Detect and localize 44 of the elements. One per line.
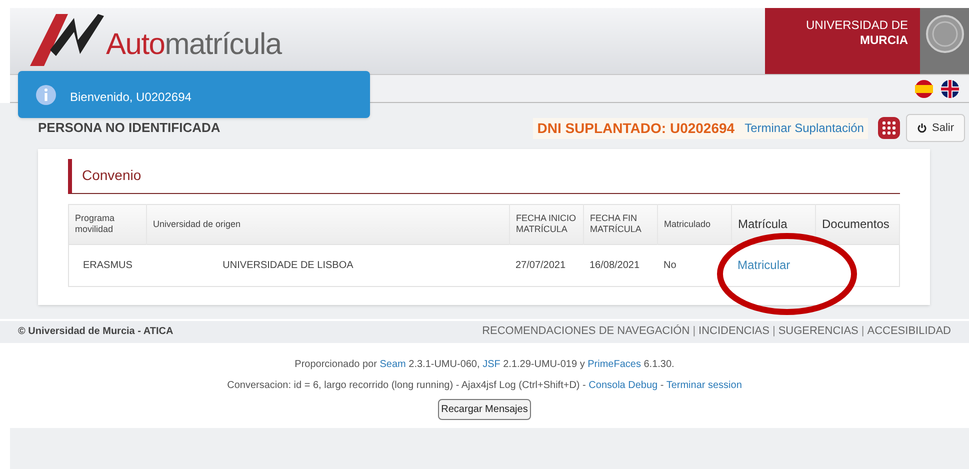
- separator: |: [772, 324, 776, 340]
- powered-by-text: Proporcionado por Seam 2.3.1-UMU-060, JSF 2.1.29-UMU-019 y PrimeFaces 6.1.30.: [294, 358, 674, 372]
- seal-icon: [924, 14, 964, 54]
- footer-link[interactable]: SUGERENCIAS: [778, 323, 858, 340]
- footer-link[interactable]: PrimeFaces: [588, 358, 641, 370]
- info-icon: [36, 84, 56, 104]
- uk-flag-icon[interactable]: [941, 80, 959, 98]
- column-header: FECHA FIN MATRÍCULA: [584, 204, 658, 244]
- separator: |: [861, 324, 864, 340]
- footer-link[interactable]: Seam: [380, 358, 406, 370]
- university-name: UNIVERSIDAD DE: [806, 18, 908, 33]
- reload-messages-button[interactable]: Recargar Mensajes: [438, 398, 531, 420]
- logo-text: Automatrícula: [106, 30, 282, 60]
- copyright-text: © Universidad de Murcia - ATICA: [18, 325, 174, 339]
- column-header: Universidad de origen: [146, 204, 510, 244]
- column-header: Documentos: [816, 204, 900, 244]
- university-name: MURCIA: [860, 33, 908, 48]
- table-cell: UNIVERSIDADE DE LISBOA: [146, 244, 510, 286]
- column-header: FECHA INICIO MATRÍCULA: [510, 204, 584, 244]
- column-header: Programa movilidad: [68, 204, 146, 244]
- footer-link[interactable]: Consola Debug: [588, 380, 658, 390]
- power-icon: [916, 123, 927, 133]
- table-cell: ERASMUS: [68, 244, 146, 286]
- end-impersonation-link[interactable]: Terminar Suplantación: [744, 119, 864, 137]
- footer-link[interactable]: RECOMENDACIONES DE NAVEGACIÓN: [482, 323, 690, 340]
- impersonation-label: DNI SUPLANTADO: U0202694: [537, 118, 735, 138]
- user-name: PERSONA NO IDENTIFICADA: [38, 119, 222, 138]
- column-header: Matrícula: [732, 204, 816, 244]
- enroll-link[interactable]: Matricular: [738, 258, 790, 272]
- table-cell: 27/07/2021: [510, 244, 584, 286]
- apps-grid-icon[interactable]: [878, 117, 900, 139]
- table-cell: 16/08/2021: [584, 244, 658, 286]
- table-cell: No: [658, 244, 732, 286]
- column-header: Matriculado: [658, 204, 732, 244]
- card-title: Convenio: [82, 167, 142, 183]
- footer-link[interactable]: JSF: [482, 358, 500, 370]
- footer-link[interactable]: INCIDENCIAS: [698, 323, 770, 340]
- logout-button[interactable]: Salir: [906, 114, 965, 142]
- footer-link[interactable]: ACCESIBILIDAD: [867, 323, 951, 340]
- conversation-text: Conversacion: id = 6, largo recorrido (long running) - Ajax4jsf Log (Ctrl+Shift+D) - Consola Debug - Terminar session: [227, 378, 742, 392]
- separator: |: [692, 324, 696, 340]
- footer-link[interactable]: Terminar session: [666, 380, 742, 390]
- spain-flag-icon[interactable]: [915, 80, 933, 98]
- toast-message: Bienvenido, U0202694: [70, 88, 192, 106]
